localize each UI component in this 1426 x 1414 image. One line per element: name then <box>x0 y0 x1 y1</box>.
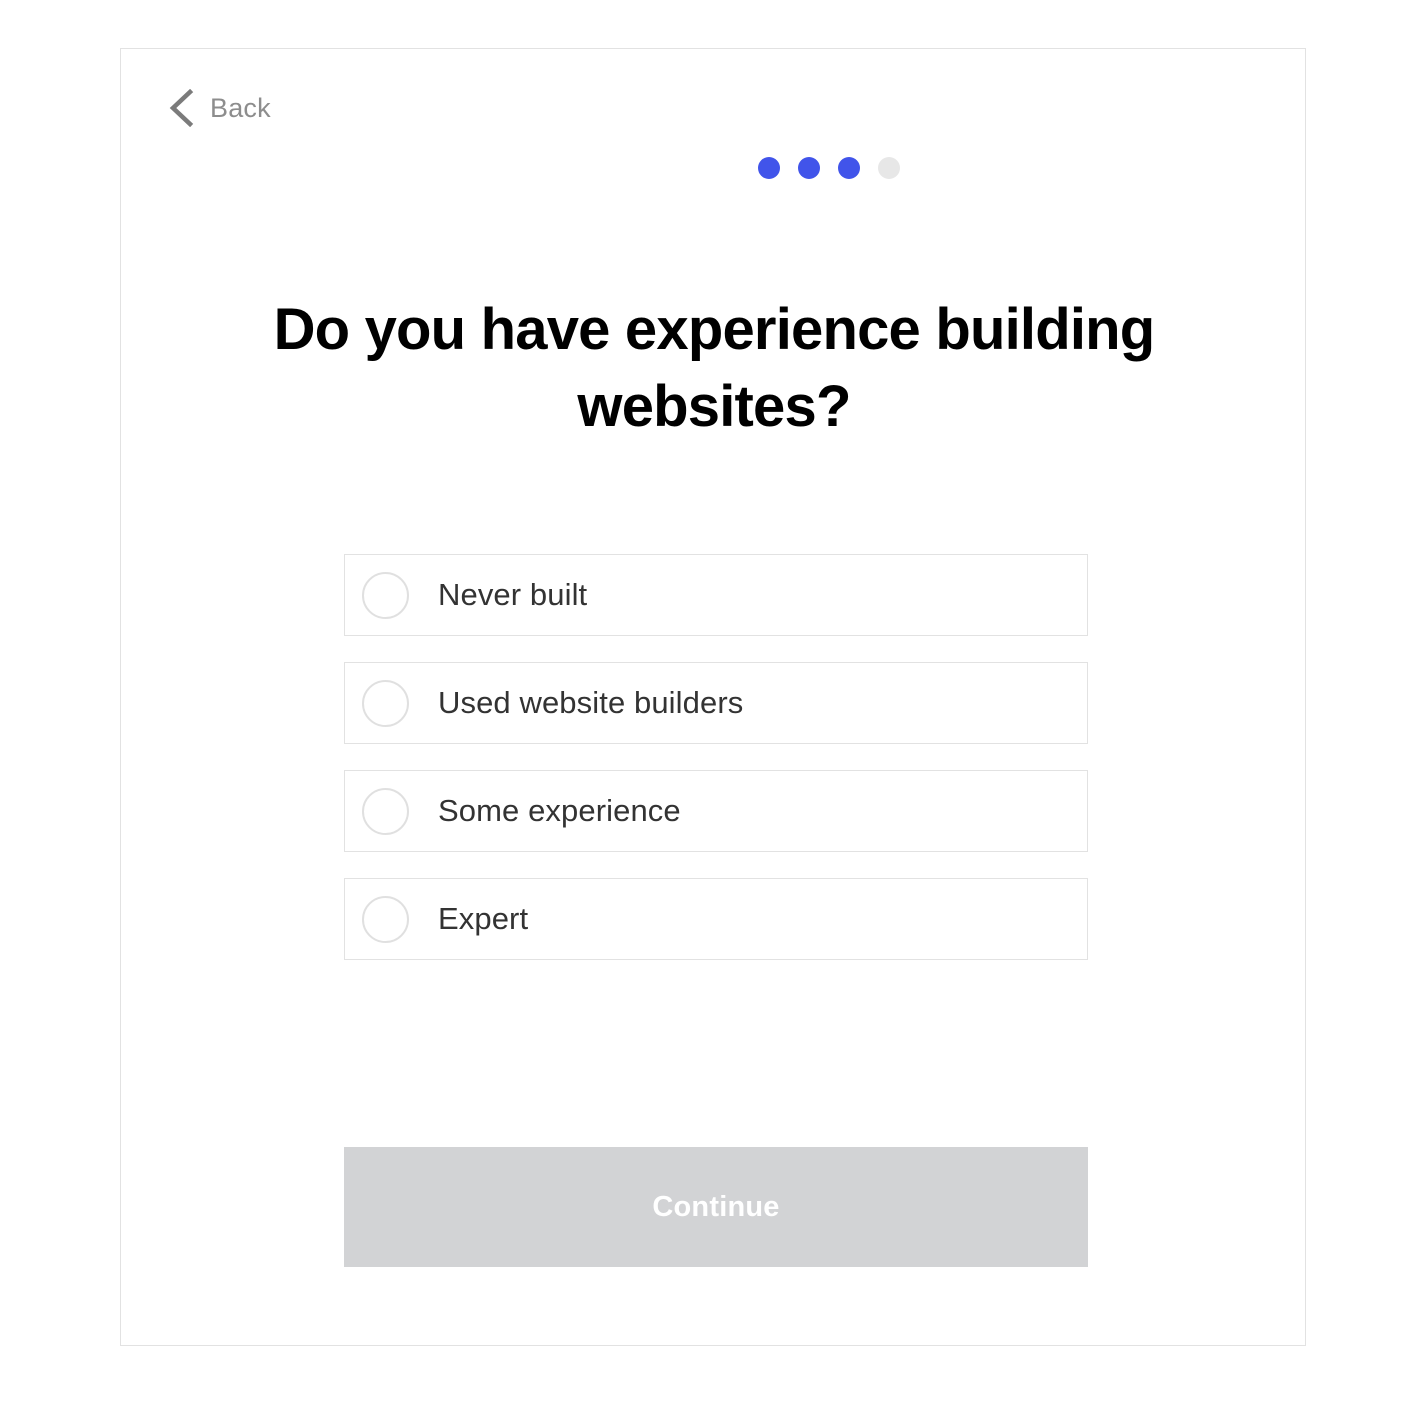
option-label: Expert <box>438 901 529 936</box>
option-used-website-builders[interactable]: Used website builders <box>344 662 1088 744</box>
option-label: Used website builders <box>438 685 744 720</box>
radio-icon[interactable] <box>362 679 409 727</box>
progress-dot-1 <box>758 157 780 179</box>
progress-dot-3 <box>838 157 860 179</box>
radio-icon[interactable] <box>362 895 409 943</box>
option-some-experience[interactable]: Some experience <box>344 770 1088 852</box>
card-header: Back <box>121 49 1305 189</box>
options-list: Never built Used website builders Some e… <box>344 554 1088 960</box>
continue-button[interactable]: Continue <box>344 1147 1088 1267</box>
option-label: Some experience <box>438 793 681 828</box>
progress-dot-2 <box>798 157 820 179</box>
radio-icon[interactable] <box>362 787 409 835</box>
option-expert[interactable]: Expert <box>344 878 1088 960</box>
option-label: Never built <box>438 577 588 612</box>
chevron-left-icon <box>168 88 194 128</box>
progress-indicator <box>758 157 900 179</box>
page-title: Do you have experience building websites… <box>273 296 1156 439</box>
progress-dot-4 <box>878 157 900 179</box>
back-button[interactable]: Back <box>168 88 271 128</box>
back-button-label: Back <box>210 92 271 123</box>
option-never-built[interactable]: Never built <box>344 554 1088 636</box>
onboarding-card: Back Do you have experience building web… <box>120 48 1306 1346</box>
radio-icon[interactable] <box>362 571 409 619</box>
